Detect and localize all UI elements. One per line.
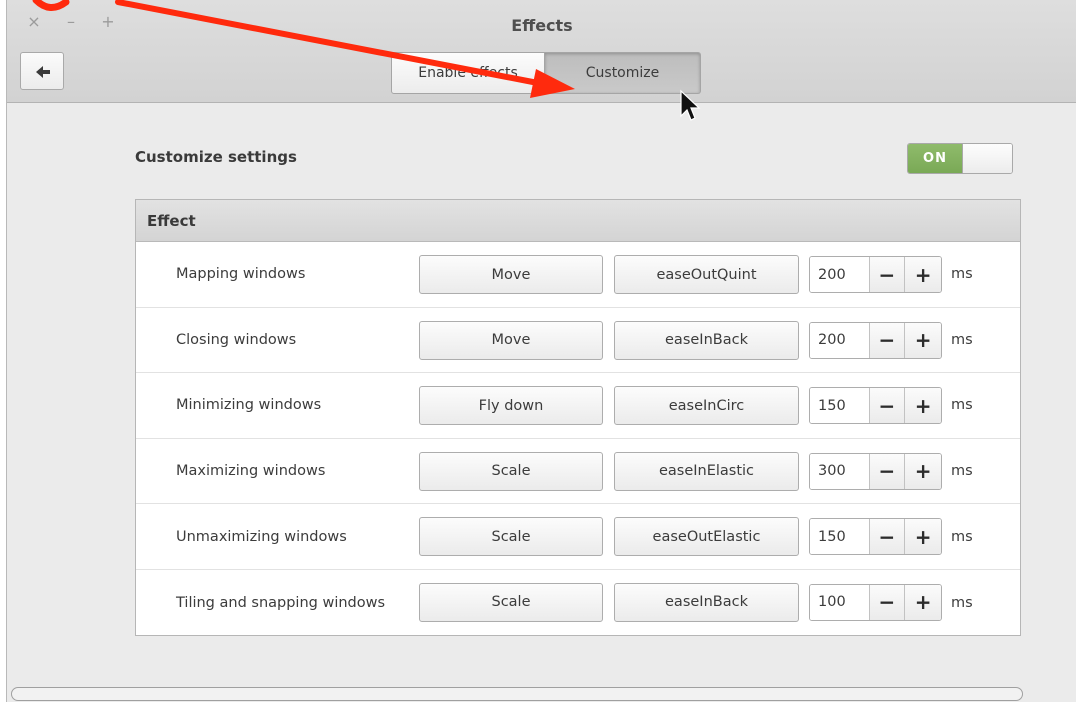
duration-spinbutton: 200 − + [809,321,942,359]
effect-row-tiling: Tiling and snapping windows Scale easeIn… [136,570,1020,636]
duration-input[interactable]: 100 [810,584,870,620]
duration-input[interactable]: 200 [810,322,870,358]
easing-combo[interactable]: easeInElastic [614,451,799,491]
duration-unit: ms [951,594,973,611]
animation-combo[interactable]: Fly down [419,386,603,426]
duration-unit: ms [951,528,973,545]
decrease-button[interactable]: − [869,519,906,555]
header-bar: × – + Effects Enable effects Customize [7,0,1076,103]
easing-combo[interactable]: easeOutElastic [614,517,799,557]
animation-combo[interactable]: Move [419,255,603,294]
duration-spinbutton: 200 − + [809,256,942,293]
increase-button[interactable]: + [905,388,941,424]
effect-row-label: Closing windows [176,331,297,348]
switch-knob[interactable] [962,144,1012,173]
duration-unit: ms [951,397,973,414]
tab-customize[interactable]: Customize [545,52,701,94]
duration-input[interactable]: 200 [810,257,870,292]
easing-combo[interactable]: easeInBack [614,320,799,360]
effect-row-label: Minimizing windows [176,397,322,414]
animation-combo[interactable]: Scale [419,582,603,622]
effect-row-closing: Closing windows Move easeInBack 200 − + … [136,308,1020,374]
increase-button[interactable]: + [905,257,941,292]
duration-spinbutton: 150 − + [809,518,942,556]
duration-spinbutton: 300 − + [809,452,942,490]
duration-input[interactable]: 150 [810,388,870,424]
customize-switch[interactable]: ON [907,143,1013,174]
effect-row-label: Maximizing windows [176,463,326,480]
arrow-left-icon [36,66,50,78]
easing-combo[interactable]: easeInCirc [614,386,799,426]
customize-settings-label: Customize settings [135,148,297,166]
effect-row-label: Tiling and snapping windows [176,594,386,611]
effect-row-mapping: Mapping windows Move easeOutQuint 200 − … [136,242,1020,308]
decrease-button[interactable]: − [869,322,906,358]
effect-list: Effect Mapping windows Move easeOutQuint… [135,199,1021,636]
effects-window: × – + Effects Enable effects Customize C… [6,0,1076,702]
effect-row-minimizing: Minimizing windows Fly down easeInCirc 1… [136,373,1020,439]
effect-row-maximizing: Maximizing windows Scale easeInElastic 3… [136,439,1020,505]
decrease-button[interactable]: − [869,584,906,620]
animation-combo[interactable]: Scale [419,517,603,557]
increase-button[interactable]: + [905,453,941,489]
stack-switcher: Enable effects Customize [391,52,701,94]
window-title: Effects [511,16,573,35]
easing-combo[interactable]: easeInBack [614,582,799,622]
switch-on-label: ON [908,144,962,173]
increase-button[interactable]: + [905,322,941,358]
tab-enable-effects[interactable]: Enable effects [391,52,545,94]
decrease-button[interactable]: − [869,257,906,292]
duration-input[interactable]: 300 [810,453,870,489]
duration-unit: ms [951,331,973,348]
duration-spinbutton: 150 − + [809,387,942,425]
effect-row-label: Unmaximizing windows [176,528,347,545]
increase-button[interactable]: + [905,519,941,555]
duration-unit: ms [951,266,973,283]
duration-spinbutton: 100 − + [809,583,942,621]
easing-combo[interactable]: easeOutQuint [614,255,799,294]
animation-combo[interactable]: Scale [419,451,603,491]
increase-button[interactable]: + [905,584,941,620]
horizontal-scrollbar[interactable] [11,687,1023,701]
duration-input[interactable]: 150 [810,519,870,555]
effect-row-label: Mapping windows [176,266,306,283]
effect-list-header: Effect [136,200,1020,242]
duration-unit: ms [951,463,973,480]
effect-row-unmaximizing: Unmaximizing windows Scale easeOutElasti… [136,504,1020,570]
animation-combo[interactable]: Move [419,320,603,360]
decrease-button[interactable]: − [869,453,906,489]
back-button[interactable] [20,52,64,90]
decrease-button[interactable]: − [869,388,906,424]
